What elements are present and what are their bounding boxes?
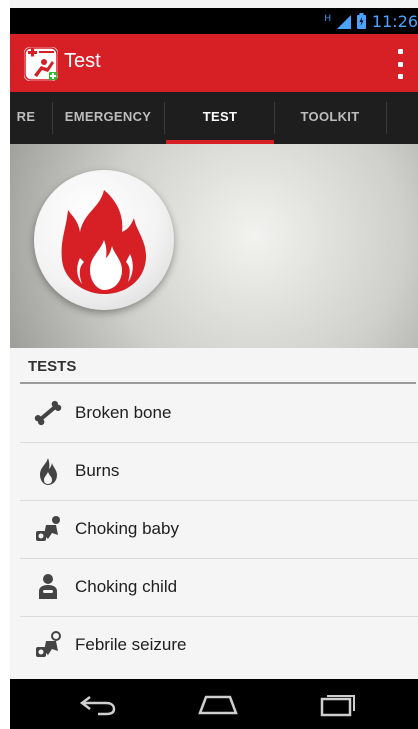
choking-child-icon	[39, 574, 57, 599]
system-nav-bar	[10, 679, 418, 729]
tab-divider	[52, 102, 53, 134]
recents-icon[interactable]	[314, 689, 362, 719]
flame-icon	[40, 458, 57, 485]
tab-divider	[164, 102, 165, 134]
battery-icon	[357, 13, 366, 29]
list-item-febrile-seizure[interactable]: Febrile seizure	[20, 617, 418, 674]
tab-toolkit[interactable]: TOOLKIT	[276, 92, 384, 144]
list-item-label: Choking child	[75, 577, 178, 596]
list-item-label: Febrile seizure	[75, 635, 187, 654]
list-item-burns[interactable]: Burns	[20, 443, 418, 501]
list-item-label: Burns	[75, 461, 120, 480]
list-item-choking-baby[interactable]: Choking baby	[20, 501, 418, 559]
app-screen: H 11:26 Test RE EMERGENCY TEST TOOLKIT T…	[10, 0, 418, 729]
signal-icon	[337, 15, 351, 29]
list-item-broken-bone[interactable]: Broken bone	[20, 385, 418, 443]
home-icon[interactable]	[194, 689, 242, 719]
tests-list: Broken bone Burns Choking baby Choking c…	[20, 385, 418, 674]
hero-badge	[34, 170, 174, 310]
tab-divider	[386, 102, 387, 134]
back-icon[interactable]	[74, 689, 122, 719]
section-divider	[20, 382, 416, 384]
overflow-menu-icon[interactable]	[398, 49, 404, 79]
febrile-seizure-icon	[36, 631, 61, 657]
fire-icon	[61, 190, 146, 294]
tab-divider	[274, 102, 275, 134]
tab-test[interactable]: TEST	[166, 92, 274, 144]
status-time: 11:26	[371, 12, 418, 31]
tests-section-header: TESTS	[20, 352, 416, 384]
list-item-choking-child[interactable]: Choking child	[20, 559, 418, 617]
hero-banner	[10, 144, 418, 348]
status-icons: H	[324, 13, 366, 29]
status-bar: H 11:26	[10, 8, 418, 34]
network-type-label: H	[324, 13, 332, 23]
bone-icon	[34, 400, 62, 426]
tab-bar: RE EMERGENCY TEST TOOLKIT	[10, 92, 418, 236]
list-item-label: Choking baby	[75, 519, 179, 538]
tab-emergency[interactable]: EMERGENCY	[54, 92, 162, 144]
action-bar: Test	[10, 34, 418, 92]
choking-baby-icon	[36, 516, 60, 541]
tab-care[interactable]: RE	[10, 92, 46, 144]
first-aid-app-icon[interactable]	[24, 47, 58, 81]
list-item-label: Broken bone	[75, 403, 172, 422]
section-title: TESTS	[28, 358, 77, 375]
page-title: Test	[64, 50, 101, 72]
